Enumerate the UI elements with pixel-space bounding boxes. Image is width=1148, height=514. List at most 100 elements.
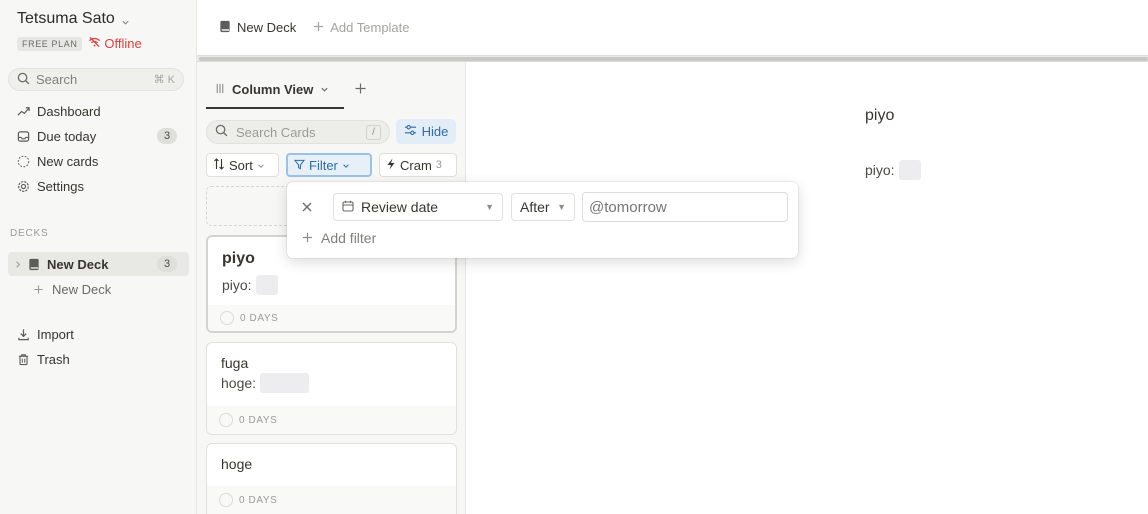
- chevron-right-icon[interactable]: [13, 258, 22, 271]
- sidebar-item-due-today[interactable]: Due today 3: [8, 124, 189, 148]
- card-field-label: hoge:: [221, 375, 257, 391]
- plus-icon: [355, 83, 366, 94]
- sidebar-item-label: New cards: [37, 153, 99, 169]
- deck-tab-label: New Deck: [237, 20, 297, 35]
- filter-label: Filter: [309, 157, 338, 173]
- hide-label: Hide: [421, 124, 449, 139]
- book-icon: [27, 258, 40, 271]
- card-title: fuga: [221, 355, 249, 371]
- filter-field-value: Review date: [361, 199, 439, 215]
- add-template-label: Add Template: [330, 20, 410, 35]
- add-template-button[interactable]: Add Template: [313, 20, 410, 35]
- download-icon: [17, 328, 30, 341]
- sidebar-item-import[interactable]: Import: [8, 322, 189, 346]
- card-search-input[interactable]: Search Cards /: [206, 120, 390, 144]
- card-field: piyo:: [222, 275, 441, 295]
- plus-icon: [32, 283, 45, 296]
- chevron-down-icon: [342, 158, 350, 173]
- progress-ring-icon: [219, 413, 233, 427]
- columns-icon: [215, 82, 225, 97]
- sidebar: Tetsuma Sato FREE PLAN Offline Search ⌘ …: [0, 0, 197, 514]
- wifi-off-icon: [88, 36, 101, 51]
- sort-label: Sort: [229, 157, 253, 173]
- filter-button[interactable]: Filter: [286, 153, 372, 177]
- hide-button[interactable]: Hide: [396, 119, 456, 144]
- new-deck-label: New Deck: [52, 281, 112, 297]
- chevron-down-icon: [257, 158, 265, 173]
- search-icon: [17, 72, 30, 88]
- plus-icon: [302, 230, 313, 246]
- caret-down-icon: ▼: [485, 202, 494, 212]
- column-panel: Column View Search Cards / Hide Sort Fil…: [197, 62, 466, 514]
- new-deck-button[interactable]: New Deck: [8, 277, 189, 301]
- chevron-down-icon: [320, 82, 329, 97]
- trash-icon: [17, 353, 30, 366]
- cloze-blank: [255, 275, 278, 295]
- sidebar-item-label: Dashboard: [37, 103, 101, 119]
- card-due-label: 0 DAYS: [240, 312, 279, 324]
- card-footer: 0 DAYS: [207, 406, 456, 434]
- sidebar-item-label: New Deck: [47, 256, 109, 272]
- sidebar-item-label: Due today: [37, 128, 97, 144]
- horizontal-scrollbar[interactable]: [197, 55, 1148, 62]
- cloze-blank[interactable]: [898, 160, 921, 180]
- calendar-icon: [342, 199, 354, 215]
- filter-field-select[interactable]: Review date ▼: [333, 193, 503, 221]
- card-title: hoge: [221, 456, 253, 472]
- sliders-icon: [404, 124, 417, 139]
- funnel-icon: [293, 158, 306, 173]
- sidebar-item-dashboard[interactable]: Dashboard: [8, 99, 189, 123]
- sort-icon: [213, 157, 225, 173]
- sidebar-item-new-cards[interactable]: New cards: [8, 149, 189, 173]
- cram-button[interactable]: Cram 3: [379, 153, 457, 177]
- card-due-label: 0 DAYS: [239, 494, 278, 506]
- sidebar-item-trash[interactable]: Trash: [8, 347, 189, 371]
- sidebar-item-deck[interactable]: New Deck 3: [8, 252, 189, 276]
- sidebar-item-label: Trash: [37, 351, 70, 367]
- dashed-circle-icon: [17, 155, 30, 168]
- sidebar-search[interactable]: Search ⌘ K: [8, 68, 184, 91]
- filter-value-input[interactable]: [582, 192, 788, 222]
- card-footer: 0 DAYS: [208, 305, 455, 331]
- caret-down-icon: ▼: [557, 202, 566, 212]
- filter-operator-value: After: [520, 199, 550, 215]
- plus-icon: [313, 20, 324, 35]
- card-item[interactable]: hoge 0 DAYS: [206, 443, 457, 514]
- cloze-blank: [260, 373, 310, 393]
- sidebar-item-settings[interactable]: Settings: [8, 174, 189, 198]
- cram-count: 3: [435, 159, 442, 171]
- offline-label: Offline: [104, 36, 142, 51]
- cram-label: Cram: [400, 157, 432, 173]
- view-tab-label: Column View: [232, 82, 314, 97]
- inbox-icon: [17, 130, 30, 143]
- gear-icon: [17, 180, 30, 193]
- bolt-icon: [386, 158, 396, 173]
- workspace-switcher[interactable]: Tetsuma Sato: [17, 10, 130, 28]
- add-view-button[interactable]: [355, 79, 366, 99]
- offline-status: Offline: [88, 36, 142, 51]
- chevron-down-icon: [121, 15, 130, 25]
- sidebar-item-label: Settings: [37, 178, 84, 194]
- plan-badge: FREE PLAN: [17, 36, 83, 51]
- card-due-label: 0 DAYS: [239, 414, 278, 426]
- progress-ring-icon: [219, 493, 233, 507]
- preview-title: piyo: [865, 107, 895, 124]
- card-search-placeholder: Search Cards: [236, 124, 316, 140]
- card-item[interactable]: fuga hoge: 0 DAYS: [206, 342, 457, 435]
- decks-heading: DECKS: [10, 228, 49, 239]
- search-shortcut: ⌘ K: [153, 74, 175, 86]
- preview-field-label: piyo:: [865, 162, 895, 178]
- tab-column-view[interactable]: Column View: [206, 72, 344, 109]
- scrollbar-thumb[interactable]: [199, 57, 1148, 61]
- card-field: hoge:: [221, 373, 442, 393]
- user-name: Tetsuma Sato: [17, 10, 115, 27]
- remove-filter-button[interactable]: [302, 199, 312, 216]
- filter-operator-select[interactable]: After ▼: [511, 193, 575, 221]
- deck-tab[interactable]: New Deck: [219, 20, 296, 36]
- add-filter-button[interactable]: Add filter: [302, 230, 376, 246]
- sidebar-item-label: Import: [37, 326, 74, 342]
- close-icon: [302, 202, 312, 212]
- search-icon: [215, 124, 228, 140]
- sort-button[interactable]: Sort: [206, 153, 279, 177]
- top-bar: New Deck Add Template: [197, 0, 1148, 55]
